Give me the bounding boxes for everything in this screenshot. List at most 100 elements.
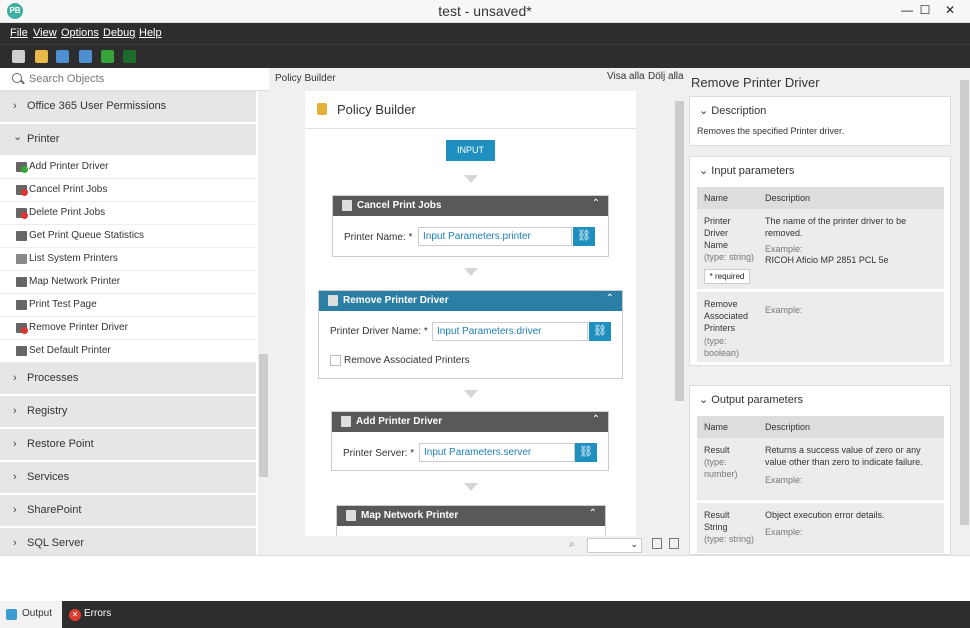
- category-processes[interactable]: › Processes: [0, 363, 256, 395]
- close-button[interactable]: ✕: [940, 1, 960, 19]
- block-title: Add Printer Driver: [356, 416, 443, 427]
- save-icon[interactable]: [56, 50, 69, 63]
- category-services[interactable]: › Services: [0, 462, 256, 494]
- block-add-printer-driver[interactable]: Add Printer Driver ⌃ Printer Server: * I…: [331, 411, 609, 471]
- column-header: Name: [704, 422, 729, 432]
- new-file-icon[interactable]: [12, 50, 25, 63]
- scrollbar-thumb[interactable]: [960, 80, 969, 525]
- category-printer[interactable]: ⌄ Printer: [0, 124, 256, 156]
- chevron-right-icon: ›: [13, 438, 17, 450]
- run-icon[interactable]: [101, 50, 114, 63]
- list-item[interactable]: Remove Printer Driver: [0, 317, 256, 340]
- save-as-icon[interactable]: [79, 50, 92, 63]
- category-sharepoint[interactable]: › SharePoint: [0, 495, 256, 527]
- category-label: Services: [27, 471, 70, 483]
- menu-view[interactable]: View: [33, 27, 57, 39]
- block-header[interactable]: Add Printer Driver ⌃: [332, 412, 608, 432]
- link-icon[interactable]: ⛓: [573, 227, 595, 246]
- bottom-tabs: Output ✕ Errors: [0, 601, 970, 628]
- tab-label: Errors: [84, 608, 112, 619]
- menu-help[interactable]: Help: [139, 27, 162, 39]
- category-sql-server[interactable]: › SQL Server: [0, 528, 256, 555]
- zoom-icon: ⌕: [569, 539, 575, 550]
- printer-name-field[interactable]: Input Parameters.printer: [418, 227, 572, 246]
- menu-debug[interactable]: Debug: [103, 27, 135, 39]
- category-registry[interactable]: › Registry: [0, 396, 256, 428]
- category-label: Office 365 User Permissions: [27, 100, 167, 112]
- block-header[interactable]: Remove Printer Driver ⌃: [319, 291, 622, 311]
- item-label: Remove Printer Driver: [29, 322, 128, 333]
- collapse-icon[interactable]: ⌃: [592, 414, 600, 425]
- table-header: Name Description: [697, 187, 944, 209]
- list-item[interactable]: List System Printers: [0, 248, 256, 271]
- search-box[interactable]: Search Objects: [0, 68, 269, 91]
- list-item[interactable]: Print Test Page: [0, 294, 256, 317]
- collapse-icon[interactable]: ⌃: [589, 508, 597, 519]
- zoom-select[interactable]: ⌄: [587, 538, 642, 553]
- category-restore-point[interactable]: › Restore Point: [0, 429, 256, 461]
- list-item[interactable]: Cancel Print Jobs: [0, 179, 256, 202]
- block-header[interactable]: Map Network Printer ⌃: [337, 506, 605, 526]
- output-area: [0, 555, 970, 601]
- output-params-header[interactable]: ⌄ Output parameters: [699, 393, 803, 406]
- remove-associated-printers-checkbox[interactable]: [330, 355, 341, 366]
- input-button[interactable]: INPUT: [446, 140, 495, 161]
- network-printer-icon: [346, 510, 356, 521]
- default-printer-icon: [16, 346, 27, 356]
- scrollbar-thumb[interactable]: [675, 101, 684, 401]
- policy-builder-icon: [317, 103, 327, 115]
- block-remove-printer-driver[interactable]: Remove Printer Driver ⌃ Printer Driver N…: [318, 290, 623, 379]
- minimize-button[interactable]: —: [897, 1, 917, 19]
- block-header[interactable]: Cancel Print Jobs ⌃: [333, 196, 608, 216]
- list-item[interactable]: Add Printer Driver: [0, 156, 256, 179]
- table-row: Result (type: number) Returns a success …: [697, 438, 944, 500]
- link-icon[interactable]: ⛓: [589, 322, 611, 341]
- input-params-header[interactable]: ⌄ Input parameters: [699, 164, 794, 177]
- scrollbar-thumb[interactable]: [259, 354, 268, 477]
- test-page-icon: [16, 300, 27, 310]
- param-description: Object execution error details.: [765, 510, 885, 520]
- menu-file[interactable]: File: [10, 27, 28, 39]
- list-item[interactable]: Delete Print Jobs: [0, 202, 256, 225]
- policy-builder-pane: Policy Builder Visa alla Dölj alla Polic…: [269, 68, 686, 555]
- category-office365[interactable]: › Office 365 User Permissions: [0, 91, 256, 123]
- object-browser: Search Objects › Office 365 User Permiss…: [0, 68, 269, 555]
- details-scrollbar[interactable]: [959, 68, 970, 555]
- list-item[interactable]: Get Print Queue Statistics: [0, 225, 256, 248]
- error-icon: ✕: [69, 609, 81, 621]
- maximize-button[interactable]: ☐: [915, 1, 935, 19]
- details-pane: Remove Printer Driver ⌄ Description Remo…: [686, 68, 970, 555]
- field-label: Printer Name: *: [344, 232, 413, 243]
- search-input[interactable]: Search Objects: [29, 73, 104, 85]
- chevron-right-icon: ›: [13, 471, 17, 483]
- block-cancel-print-jobs[interactable]: Cancel Print Jobs ⌃ Printer Name: * Inpu…: [332, 195, 609, 257]
- chevron-down-icon: ⌄: [699, 165, 712, 177]
- menu-options[interactable]: Options: [61, 27, 99, 39]
- hide-all-link[interactable]: Dölj alla: [648, 71, 684, 82]
- item-label: Add Printer Driver: [29, 161, 109, 172]
- fit-icon[interactable]: [652, 538, 662, 549]
- list-item[interactable]: Set Default Printer: [0, 340, 256, 363]
- param-type: (type: string): [704, 534, 755, 544]
- left-scrollbar[interactable]: [258, 91, 269, 555]
- driver-name-field[interactable]: Input Parameters.driver: [432, 322, 588, 341]
- reset-zoom-icon[interactable]: [669, 538, 679, 549]
- block-map-network-printer[interactable]: Map Network Printer ⌃: [336, 505, 606, 537]
- list-item[interactable]: Map Network Printer: [0, 271, 256, 294]
- tab-output[interactable]: Output: [0, 601, 62, 628]
- policy-canvas: Policy Builder INPUT Cancel Print Jobs ⌃…: [305, 91, 636, 537]
- collapse-icon[interactable]: ⌃: [592, 198, 600, 209]
- link-icon[interactable]: ⛓: [575, 443, 597, 462]
- show-all-link[interactable]: Visa alla: [607, 71, 645, 82]
- flow-arrow: [464, 390, 478, 398]
- stop-icon[interactable]: [123, 50, 136, 63]
- open-folder-icon[interactable]: [35, 50, 48, 63]
- description-panel: ⌄ Description Removes the specified Prin…: [689, 96, 951, 146]
- section-label: Output parameters: [711, 394, 803, 406]
- description-header[interactable]: ⌄ Description: [699, 104, 766, 117]
- canvas-scrollbar[interactable]: [674, 91, 685, 537]
- collapse-icon[interactable]: ⌃: [606, 293, 614, 304]
- category-label: SQL Server: [27, 537, 85, 549]
- cancel-jobs-icon: [342, 200, 352, 211]
- printer-server-field[interactable]: Input Parameters.server: [419, 443, 575, 462]
